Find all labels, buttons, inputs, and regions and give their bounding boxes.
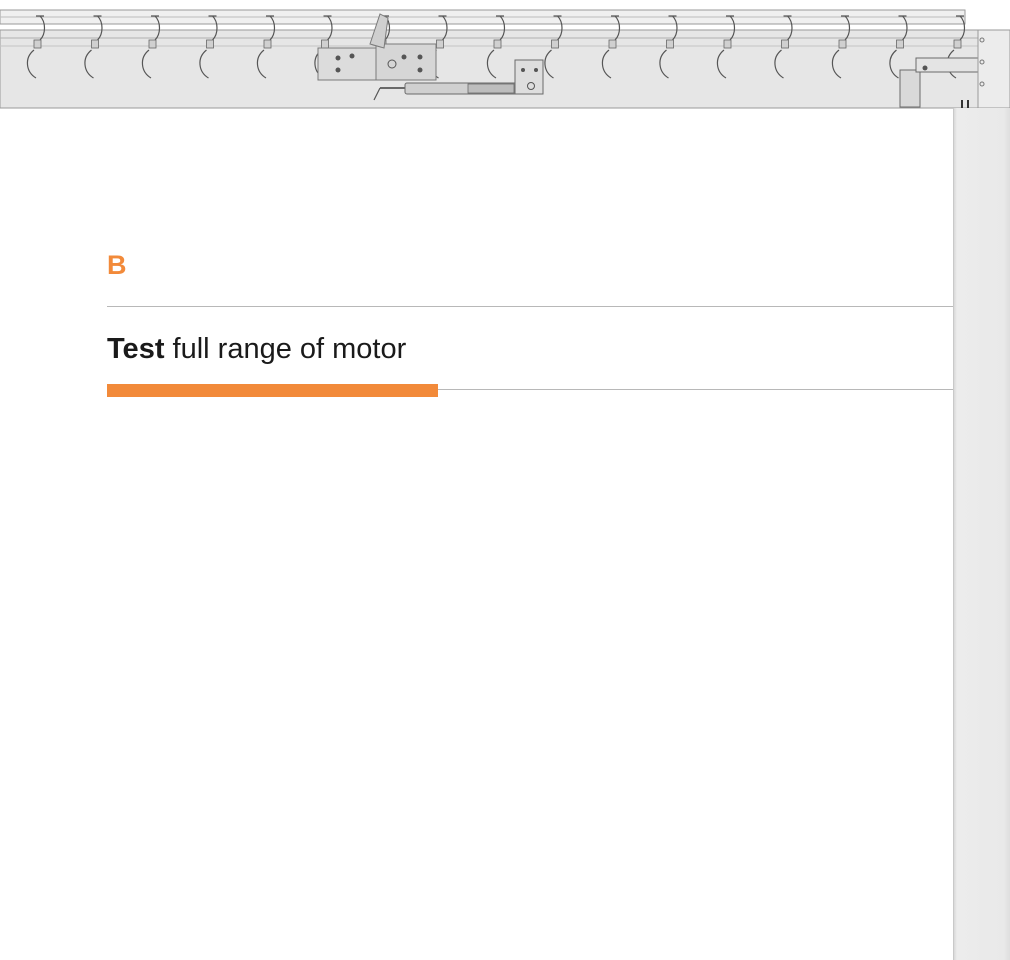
step-letter: B (107, 250, 127, 280)
divider-top (107, 306, 953, 307)
step-title-rest: full range of motor (164, 333, 407, 365)
accent-bar (107, 384, 438, 397)
step-title-bold: Test (107, 333, 165, 365)
step-title: Test full range of motor (107, 332, 406, 366)
track-illustration (0, 9, 1010, 109)
instruction-page: B Test full range of motor (0, 0, 1010, 960)
right-wall-post (953, 108, 1010, 960)
